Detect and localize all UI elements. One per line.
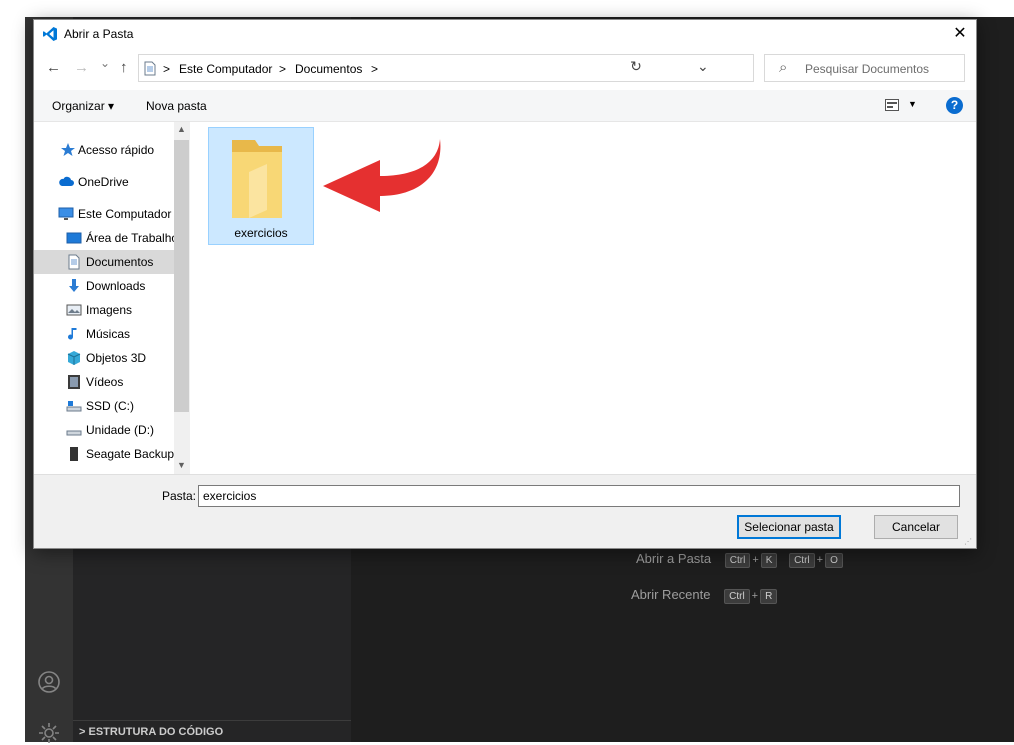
navigation-pane: Acesso rápido OneDrive Este Computador Á… [34, 122, 189, 474]
nav-item-musicas[interactable]: Músicas [34, 322, 174, 346]
navigation-scrollbar[interactable]: ▲ ▼ [174, 122, 189, 474]
nav-item-acesso-rapido[interactable]: Acesso rápido [34, 138, 174, 162]
nav-item-label: Unidade (D:) [86, 423, 155, 437]
folder-item-exercicios[interactable]: exercicios [208, 127, 314, 245]
nav-item-label: Documentos [86, 255, 154, 269]
scrollbar-thumb[interactable] [174, 140, 189, 412]
address-dropdown-button[interactable]: ⌄ [697, 58, 709, 75]
nav-item-ssd-c[interactable]: SSD (C:) [34, 394, 174, 418]
recent-locations-button[interactable]: ⌄ [100, 56, 110, 70]
nav-item-onedrive[interactable]: OneDrive [34, 170, 174, 194]
music-icon [68, 328, 77, 340]
nav-item-unidade-d[interactable]: Unidade (D:) [34, 418, 174, 442]
open-folder-shortcut[interactable]: Abrir a Pasta Ctrl + K Ctrl + O [636, 551, 845, 568]
forward-button[interactable]: → [74, 59, 89, 76]
document-icon [68, 254, 80, 270]
open-folder-label: Abrir a Pasta [636, 551, 712, 566]
nav-item-objetos-3d[interactable]: Objetos 3D [34, 346, 174, 370]
shortcut-key: O [825, 553, 843, 568]
close-button[interactable]: ✕ [950, 23, 970, 43]
drive-icon [66, 401, 82, 412]
video-icon [68, 375, 80, 389]
nav-item-label: Músicas [86, 327, 131, 341]
cancel-button[interactable]: Cancelar [874, 515, 958, 539]
nav-item-label: SSD (C:) [86, 399, 134, 413]
open-folder-dialog: Abrir a Pasta ✕ ← → ⌄ ↑ > Este Computado… [33, 19, 977, 549]
star-icon [61, 143, 75, 156]
dialog-titlebar: Abrir a Pasta ✕ [34, 20, 976, 48]
red-arrow-icon [323, 139, 441, 212]
scroll-up-icon[interactable]: ▲ [177, 124, 186, 134]
nav-item-label: Downloads [86, 279, 146, 293]
nav-item-este-computador[interactable]: Este Computador [34, 202, 174, 226]
dialog-toolbar: Organizar ▾ Nova pasta ▼ ? [34, 90, 976, 122]
nav-item-area-de-trabalho[interactable]: Área de Trabalho [34, 226, 174, 250]
nav-item-label: Objetos 3D [86, 351, 147, 365]
breadcrumb-documentos[interactable]: Documentos [295, 62, 362, 76]
download-icon [69, 279, 79, 292]
view-options-icon[interactable] [885, 99, 899, 111]
gear-icon[interactable] [37, 721, 61, 745]
folder-icon [232, 140, 282, 218]
search-placeholder: Pesquisar Documentos [805, 62, 930, 76]
up-button[interactable]: ↑ [120, 59, 128, 76]
file-list: exercicios [189, 122, 976, 474]
breadcrumb-separator: > [371, 62, 379, 76]
help-button[interactable]: ? [946, 97, 963, 114]
cube-icon [67, 351, 81, 365]
folder-name-input[interactable] [198, 485, 960, 507]
outline-section-header[interactable]: > ESTRUTURA DO CÓDIGO [73, 720, 351, 742]
nav-item-label: Imagens [86, 303, 133, 317]
breadcrumb-este-computador[interactable]: Este Computador [179, 62, 272, 76]
nav-item-label: OneDrive [78, 175, 129, 189]
nav-item-seagate-backup[interactable]: Seagate Backup [34, 442, 174, 466]
nav-item-imagens[interactable]: Imagens [34, 298, 174, 322]
breadcrumb-separator: > [163, 62, 171, 76]
folder-item-label: exercicios [234, 226, 288, 240]
resize-grip-icon[interactable]: ⋰ [964, 537, 972, 546]
computer-icon [58, 207, 74, 220]
refresh-button[interactable]: ↻ [622, 54, 650, 82]
new-folder-button[interactable]: Nova pasta [146, 99, 207, 113]
shortcut-key: R [760, 589, 778, 604]
open-recent-label: Abrir Recente [631, 587, 711, 602]
nav-item-label: Área de Trabalho [86, 231, 174, 245]
nav-item-label: Este Computador [78, 207, 172, 221]
drive-icon [66, 430, 82, 436]
vscode-logo-icon [43, 27, 57, 41]
cloud-icon [59, 176, 74, 186]
desktop-icon [66, 232, 82, 244]
dialog-title: Abrir a Pasta [64, 27, 134, 41]
shortcut-key: Ctrl [789, 553, 815, 568]
external-drive-icon [70, 447, 78, 461]
shortcut-plus: + [816, 554, 824, 566]
scroll-down-icon[interactable]: ▼ [177, 460, 186, 470]
nav-item-label: Vídeos [86, 375, 124, 389]
search-input[interactable]: ⌕ Pesquisar Documentos [764, 54, 965, 82]
view-options-dropdown-icon[interactable]: ▼ [908, 99, 917, 109]
shortcut-plus: + [751, 590, 759, 602]
back-button[interactable]: ← [46, 59, 61, 76]
shortcut-plus: + [752, 554, 759, 566]
breadcrumb-separator: > [279, 62, 287, 76]
folder-field-label: Pasta: [162, 489, 197, 503]
nav-item-label: Acesso rápido [78, 143, 155, 157]
nav-item-documentos[interactable]: Documentos [34, 250, 174, 274]
account-icon[interactable] [37, 670, 61, 694]
shortcut-key: K [760, 553, 778, 568]
select-folder-button[interactable]: Selecionar pasta [737, 515, 841, 539]
image-icon [66, 304, 82, 316]
address-row: ← → ⌄ ↑ > Este Computador > Documentos >… [34, 52, 976, 86]
nav-item-label: Seagate Backup [86, 447, 174, 461]
dialog-footer: Pasta: Selecionar pasta Cancelar ⋰ [34, 474, 976, 548]
nav-item-videos[interactable]: Vídeos [34, 370, 174, 394]
address-bar[interactable]: > Este Computador > Documentos > ⌄ [138, 54, 754, 82]
shortcut-key: Ctrl [724, 589, 750, 604]
document-icon [144, 61, 156, 76]
open-recent-shortcut[interactable]: Abrir Recente Ctrl + R [631, 587, 779, 604]
shortcut-key: Ctrl [724, 553, 751, 568]
search-icon: ⌕ [779, 59, 788, 76]
organize-menu-button[interactable]: Organizar ▾ [52, 99, 114, 113]
nav-item-downloads[interactable]: Downloads [34, 274, 174, 298]
